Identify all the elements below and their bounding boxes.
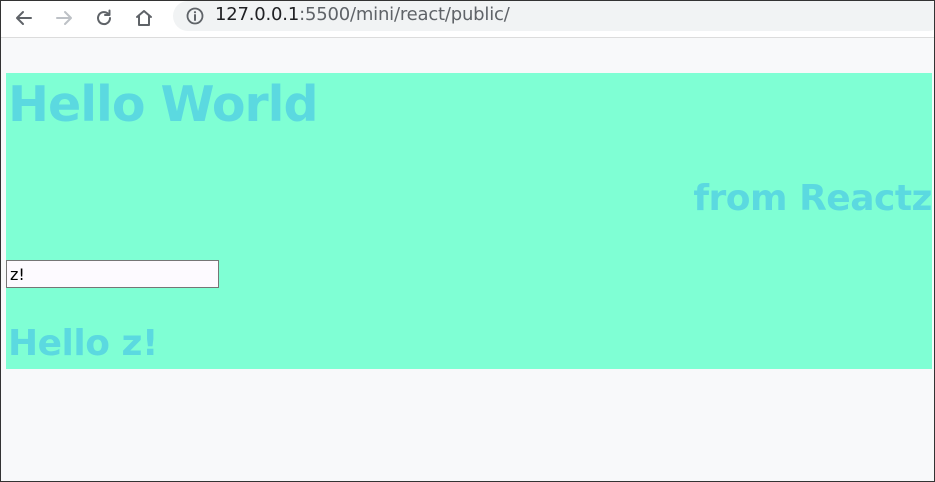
address-bar[interactable]: 127.0.0.1:5500/mini/react/public/ — [173, 1, 934, 31]
back-button[interactable] — [10, 4, 38, 32]
home-button[interactable] — [130, 4, 158, 32]
greeting-heading: Hello z! — [8, 323, 158, 364]
back-arrow-icon — [16, 11, 32, 25]
forward-arrow-icon — [56, 11, 72, 25]
reload-icon — [97, 9, 112, 26]
info-icon[interactable] — [185, 6, 205, 26]
url-path: :5500/mini/react/public/ — [299, 4, 510, 25]
url-text[interactable]: 127.0.0.1:5500/mini/react/public/ — [215, 4, 510, 25]
name-input[interactable] — [6, 260, 219, 288]
from-react-heading: from Reactz — [693, 178, 932, 219]
forward-button[interactable] — [50, 4, 78, 32]
hello-world-heading: Hello World — [8, 76, 319, 133]
react-app-container: Hello World from Reactz Hello z! — [6, 73, 932, 369]
reload-button[interactable] — [90, 4, 118, 32]
url-host: 127.0.0.1 — [215, 4, 300, 25]
page-viewport: Hello World from Reactz Hello z! — [1, 38, 934, 481]
browser-toolbar: 127.0.0.1:5500/mini/react/public/ — [1, 1, 934, 38]
home-icon — [136, 10, 152, 26]
browser-window: 127.0.0.1:5500/mini/react/public/ Hello … — [0, 0, 935, 482]
